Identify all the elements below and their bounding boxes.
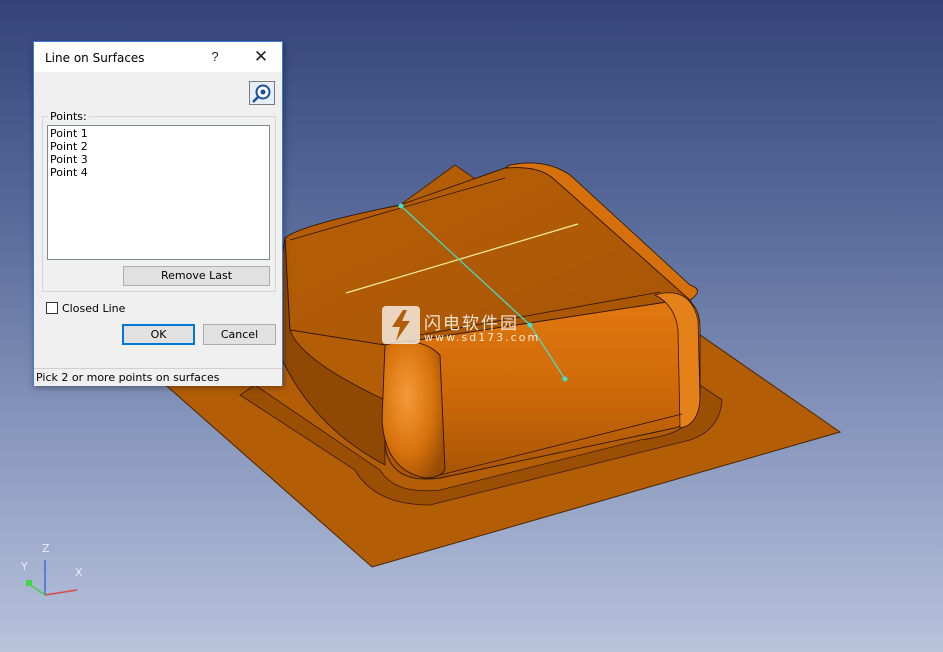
checkbox-box[interactable] [46, 302, 58, 314]
pick-point-button[interactable] [249, 81, 275, 105]
watermark: 闪电软件园 www.sd173.com [381, 305, 538, 348]
list-item[interactable]: Point 1 [50, 127, 267, 140]
line-on-surfaces-dialog: Line on Surfaces ? ✕ Points: Point 1 Poi… [33, 41, 283, 386]
list-item[interactable]: Point 2 [50, 140, 267, 153]
dialog-title: Line on Surfaces [45, 51, 145, 65]
axis-x-label: X [75, 566, 83, 579]
points-list[interactable]: Point 1 Point 2 Point 3 Point 4 [47, 125, 270, 260]
watermark-url: www.sd173.com [424, 331, 541, 344]
status-text: Pick 2 or more points on surfaces [36, 371, 220, 384]
pick-point-1[interactable] [398, 203, 404, 209]
closed-line-label: Closed Line [62, 302, 126, 315]
axis-y-label: Y [20, 560, 28, 573]
remove-last-button[interactable]: Remove Last [123, 266, 270, 286]
list-item[interactable]: Point 4 [50, 166, 267, 179]
axis-z-label: Z [42, 542, 50, 555]
help-button[interactable]: ? [204, 47, 226, 67]
lightning-logo-icon [382, 306, 420, 344]
ok-button[interactable]: OK [122, 324, 195, 345]
pick-point-2[interactable] [527, 322, 533, 328]
points-label: Points: [48, 110, 89, 123]
status-bar: Pick 2 or more points on surfaces [34, 368, 282, 386]
dialog-titlebar[interactable]: Line on Surfaces ? ✕ [34, 42, 282, 72]
pick-point-icon [252, 84, 271, 103]
cancel-button[interactable]: Cancel [203, 324, 276, 345]
close-button[interactable]: ✕ [248, 46, 274, 68]
pick-point-3[interactable] [562, 376, 568, 382]
list-item[interactable]: Point 3 [50, 153, 267, 166]
axis-triad: Z Y X [20, 542, 83, 596]
